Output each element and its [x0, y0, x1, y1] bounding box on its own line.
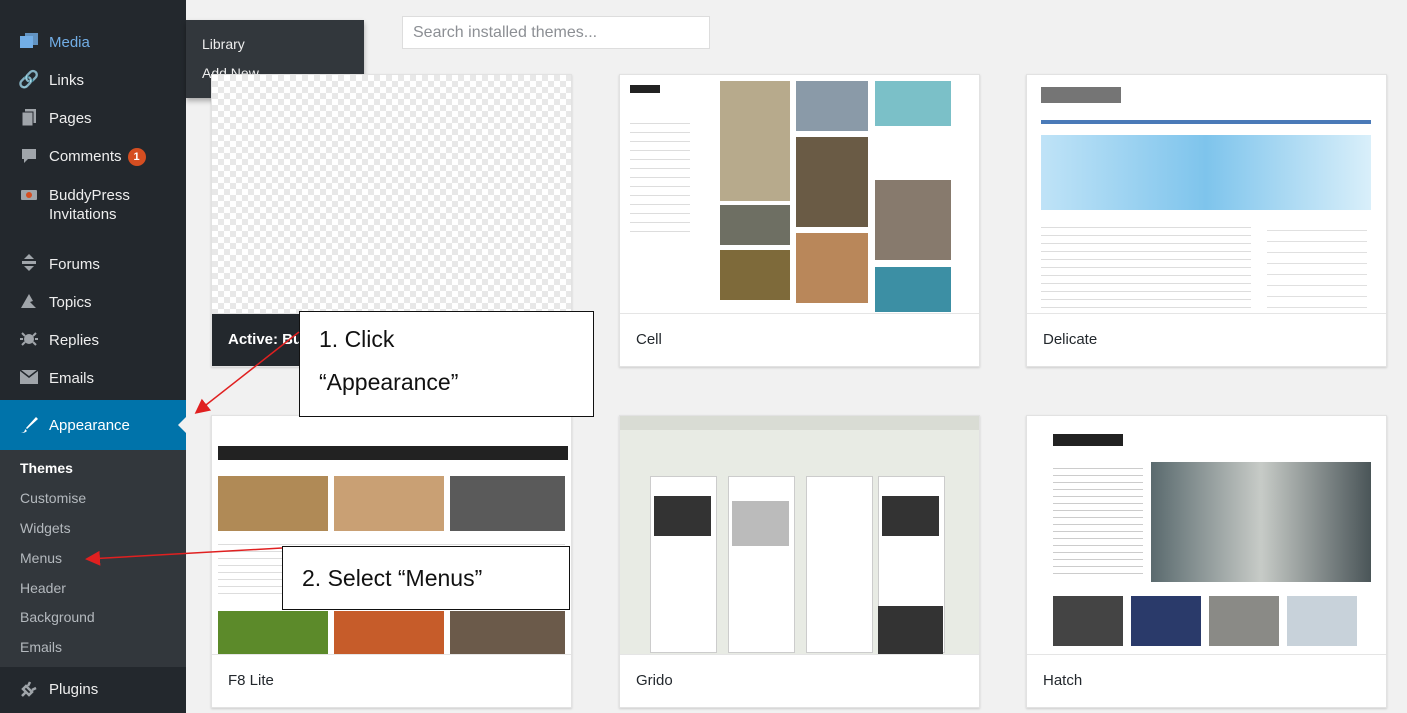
submenu-customise[interactable]: Customise — [20, 490, 86, 506]
theme-screenshot — [1027, 416, 1386, 654]
menu-appearance-label: Appearance — [49, 417, 130, 434]
menu-topics-label: Topics — [49, 294, 92, 311]
callout-step1-line2: “Appearance” — [319, 369, 459, 395]
menu-plugins-label: Plugins — [49, 681, 99, 698]
menu-buddypress-label-wrap: BuddyPress Invitations — [49, 186, 130, 224]
menu-appearance[interactable]: Appearance — [0, 400, 186, 450]
submenu-menus[interactable]: Menus — [20, 550, 62, 566]
theme-card-cell[interactable]: Cell — [619, 74, 980, 367]
callout-step1: 1. Click “Appearance” — [299, 311, 594, 417]
callout-step2: 2. Select “Menus” — [282, 546, 570, 610]
theme-name-bar: Cell — [620, 313, 979, 366]
replies-icon — [18, 329, 40, 349]
buddypress-icon — [18, 185, 40, 205]
menu-emails-label: Emails — [49, 370, 95, 387]
menu-links-label: Links — [49, 72, 85, 89]
theme-screenshot — [212, 75, 571, 313]
flyout-library[interactable]: Library — [202, 36, 245, 52]
media-icon — [18, 32, 40, 52]
current-menu-arrow — [178, 417, 186, 433]
appearance-brush-icon — [18, 415, 40, 435]
links-icon: 🔗 — [18, 70, 40, 89]
menu-buddypress-label: BuddyPress — [49, 187, 130, 204]
theme-name-bar: Delicate — [1027, 313, 1386, 366]
submenu-widgets[interactable]: Widgets — [20, 520, 71, 536]
theme-name-hatch: Hatch — [1043, 672, 1083, 689]
menu-pages-label: Pages — [49, 110, 92, 127]
theme-card-grido[interactable]: Grido — [619, 415, 980, 708]
emails-icon — [18, 367, 40, 387]
submenu-header[interactable]: Header — [20, 580, 66, 596]
menu-media-label: Media — [49, 34, 90, 51]
submenu-themes[interactable]: Themes — [20, 460, 73, 476]
theme-name-bar: F8 Lite — [212, 654, 571, 707]
appearance-submenu: Themes Customise Widgets Menus Header Ba… — [0, 450, 186, 667]
menu-comments-label-wrap: Comments 1 — [49, 147, 146, 166]
menu-replies-label: Replies — [49, 332, 100, 349]
topics-icon — [18, 291, 40, 311]
theme-screenshot — [620, 75, 979, 313]
forums-icon — [18, 253, 40, 273]
theme-card-hatch[interactable]: Hatch — [1026, 415, 1387, 708]
theme-screenshot — [212, 416, 571, 654]
theme-name-cell: Cell — [636, 331, 662, 348]
menu-forums-label: Forums — [49, 256, 100, 273]
submenu-background[interactable]: Background — [20, 609, 95, 625]
theme-name-f8-lite: F8 Lite — [228, 672, 274, 689]
callout-step2-text: 2. Select “Menus” — [302, 565, 483, 591]
submenu-emails[interactable]: Emails — [20, 639, 62, 655]
comments-count-badge: 1 — [127, 148, 146, 166]
theme-name-delicate: Delicate — [1043, 331, 1098, 348]
menu-comments-label: Comments — [49, 148, 122, 165]
theme-name-bar: Hatch — [1027, 654, 1386, 707]
theme-name-grido: Grido — [636, 672, 673, 689]
callout-step1-line1: 1. Click — [319, 326, 395, 352]
theme-screenshot — [620, 416, 979, 654]
plugins-icon — [18, 679, 40, 699]
theme-screenshot — [1027, 75, 1386, 313]
theme-card-delicate[interactable]: Delicate — [1026, 74, 1387, 367]
theme-active-label: Active: Bu — [228, 331, 303, 348]
menu-invitations-label: Invitations — [49, 206, 117, 223]
theme-name-bar: Grido — [620, 654, 979, 707]
search-themes-input[interactable] — [402, 16, 710, 49]
comments-icon — [18, 146, 40, 166]
pages-icon — [18, 108, 40, 128]
admin-sidebar: Media 🔗 Links Pages Comments 1 BuddyPress… — [0, 0, 186, 713]
